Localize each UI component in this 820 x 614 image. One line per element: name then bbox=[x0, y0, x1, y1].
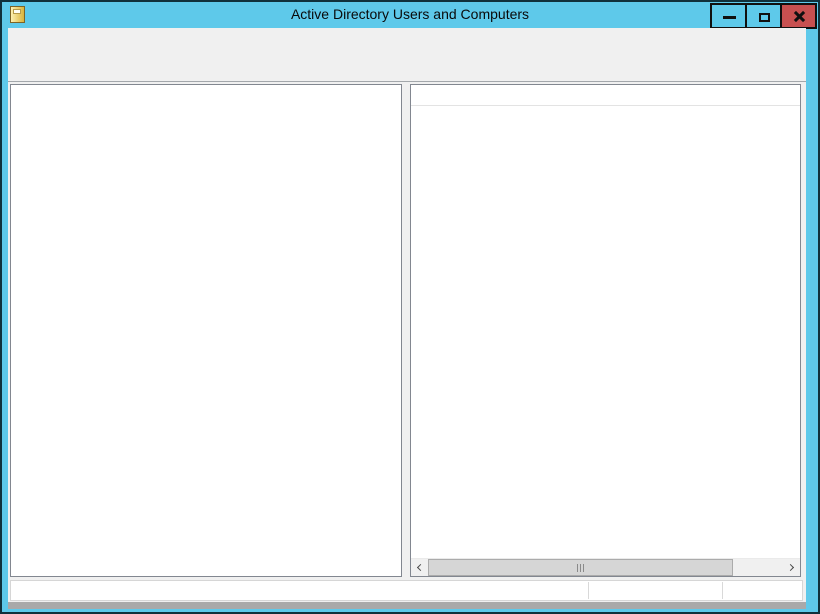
list-header bbox=[411, 85, 800, 106]
scroll-right-button[interactable] bbox=[783, 559, 800, 576]
panel-splitter[interactable] bbox=[402, 84, 410, 577]
window-controls bbox=[712, 3, 817, 29]
status-bar bbox=[10, 580, 803, 601]
close-button[interactable] bbox=[780, 3, 817, 29]
menu-bar bbox=[8, 28, 806, 54]
titlebar: Active Directory Users and Computers bbox=[2, 2, 818, 28]
minimize-icon bbox=[723, 16, 736, 19]
thumb-grip-icon bbox=[580, 564, 581, 572]
status-separator bbox=[588, 582, 589, 599]
minimize-button[interactable] bbox=[710, 3, 747, 29]
toolbar bbox=[8, 54, 806, 82]
window-title: Active Directory Users and Computers bbox=[2, 6, 818, 22]
console-tree-panel bbox=[10, 84, 402, 577]
maximize-icon bbox=[759, 13, 770, 22]
chevron-right-icon bbox=[787, 564, 794, 571]
status-separator bbox=[722, 582, 723, 599]
aduc-window: Active Directory Users and Computers bbox=[0, 0, 820, 614]
maximize-button[interactable] bbox=[745, 3, 782, 29]
chevron-left-icon bbox=[417, 564, 424, 571]
scroll-left-button[interactable] bbox=[411, 559, 428, 576]
scroll-thumb[interactable] bbox=[428, 559, 733, 576]
window-edge-shadow bbox=[8, 602, 806, 609]
horizontal-scrollbar[interactable] bbox=[411, 558, 800, 576]
details-panel bbox=[410, 84, 801, 577]
